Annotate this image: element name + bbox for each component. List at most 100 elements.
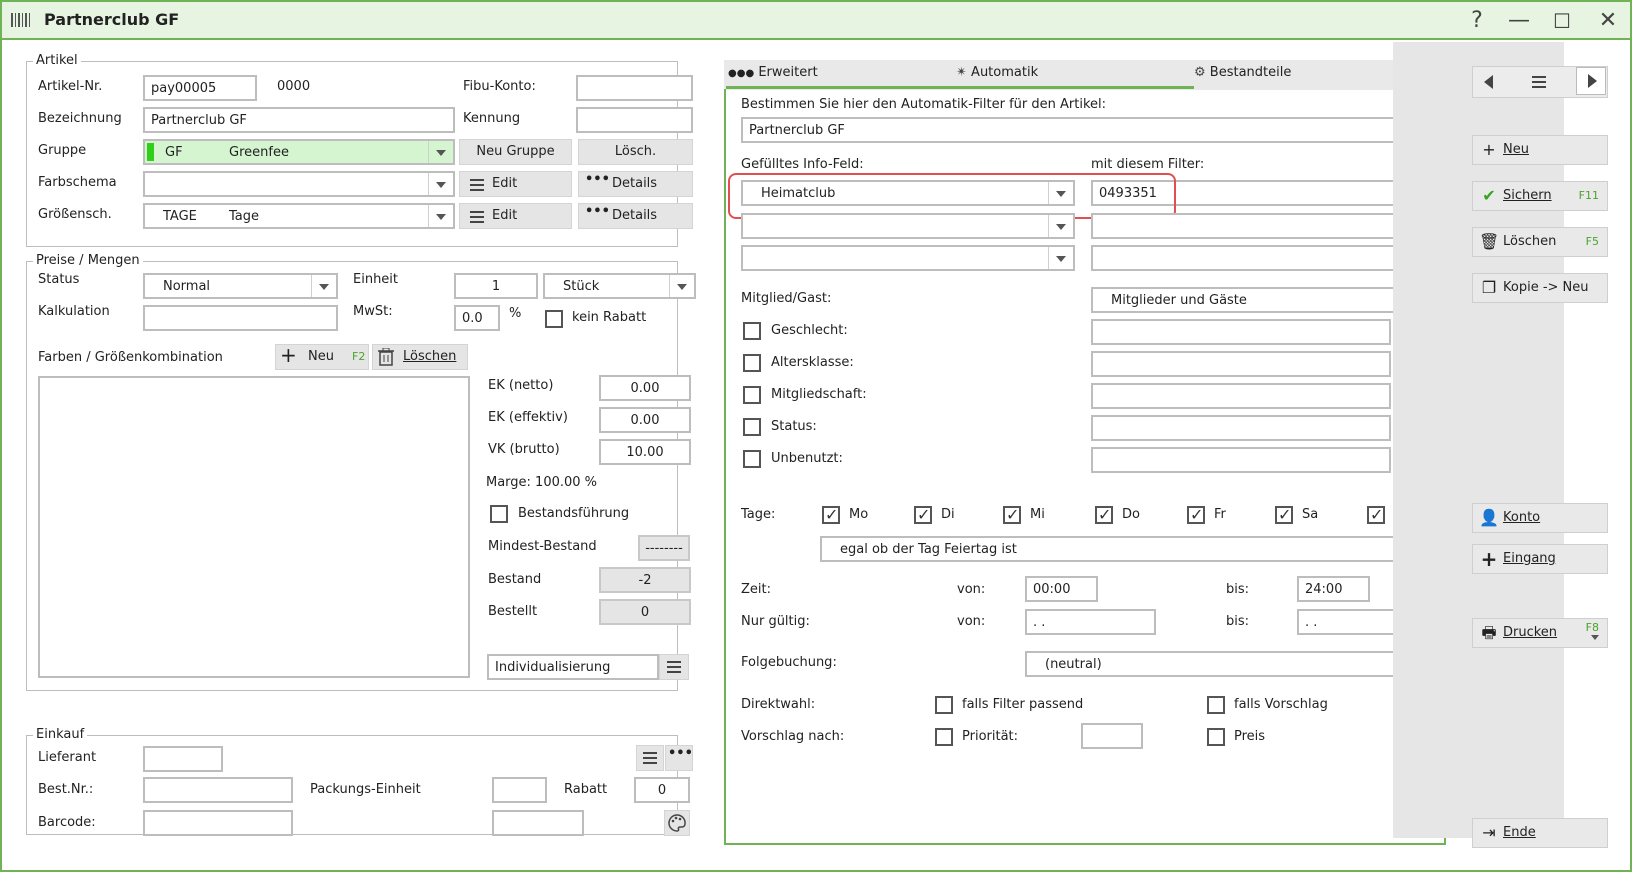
einheit-unit-select[interactable]: Stück (543, 273, 696, 299)
prev-record-button[interactable] (1475, 69, 1505, 95)
losch-button[interactable]: Lösch. (578, 139, 693, 165)
ende-button[interactable]: ⇥ Ende (1472, 818, 1608, 848)
gueltig-von-input[interactable]: . . (1025, 609, 1156, 635)
farben-loeschen-button[interactable]: Löschen (372, 344, 468, 370)
mitgliedschaft-checkbox[interactable] (743, 386, 761, 404)
filter-name-input[interactable]: Partnerclub GF (741, 117, 1427, 143)
drucken-button[interactable]: 🖶 Drucken F8 (1472, 618, 1608, 648)
farben-list[interactable] (38, 376, 470, 678)
kennung-input[interactable] (576, 107, 693, 133)
maximize-button[interactable]: ☐ (1545, 6, 1579, 36)
groessen-select[interactable]: TAGE Tage (143, 203, 455, 229)
filter-input-3[interactable] (1091, 245, 1427, 271)
altersklasse-input[interactable] (1091, 351, 1391, 377)
lieferant-more-button[interactable]: ••• (665, 745, 693, 771)
barcode-extra-input[interactable] (492, 810, 584, 836)
geschlecht-label: Geschlecht: (771, 323, 848, 338)
eingang-button[interactable]: + Eingang (1472, 544, 1608, 574)
bestellt-value: 0 (599, 599, 691, 625)
feiertag-select[interactable]: egal ob der Tag Feiertag ist (820, 536, 1427, 562)
day-checkbox-mo[interactable] (822, 505, 840, 524)
automatik-intro: Bestimmen Sie hier den Automatik-Filter … (741, 97, 1107, 112)
bestandsfuehrung-checkbox[interactable] (490, 505, 508, 523)
artikel-legend: Artikel (33, 53, 81, 68)
close-button[interactable]: ✕ (1591, 6, 1625, 36)
farben-neu-button[interactable]: + Neu F2 (275, 343, 369, 370)
individualisierung-input[interactable]: Individualisierung (487, 654, 659, 680)
tab-bestandteile[interactable]: ⚙ Bestandteile (1194, 58, 1291, 86)
next-record-button[interactable] (1576, 67, 1606, 95)
chevron-down-icon (1048, 247, 1073, 269)
gruppe-name: Greenfee (229, 145, 289, 160)
mitglied-gast-select[interactable]: Mitglieder und Gäste (1091, 287, 1429, 313)
list-view-button[interactable] (1524, 69, 1554, 95)
geschlecht-input[interactable] (1091, 319, 1391, 345)
kopie-neu-button[interactable]: ❐ Kopie -> Neu (1472, 273, 1608, 303)
kalkulation-input[interactable] (143, 305, 338, 331)
day-checkbox-di[interactable] (914, 505, 932, 524)
neu-button[interactable]: + Neu (1472, 135, 1608, 165)
day-checkbox-do[interactable] (1095, 505, 1113, 524)
filter-input-2[interactable] (1091, 213, 1427, 239)
rabatt-input[interactable]: 0 (634, 777, 690, 803)
mitgliedschaft-input[interactable] (1091, 383, 1391, 409)
packungs-einheit-input[interactable] (492, 777, 547, 803)
farbschema-select[interactable] (143, 171, 455, 197)
help-button[interactable]: ? (1460, 6, 1494, 36)
vk-brutto-input[interactable]: 10.00 (599, 439, 691, 465)
loeschen-label: Löschen (403, 349, 457, 364)
chevron-down-icon (669, 275, 694, 297)
individualisierung-menu-button[interactable] (659, 654, 689, 680)
loeschen-button[interactable]: 🗑 Löschen F5 (1472, 227, 1608, 257)
groessen-edit-button[interactable]: Edit (459, 203, 572, 229)
konto-button[interactable]: 👤 Konto (1472, 503, 1608, 533)
ek-effektiv-input[interactable]: 0.00 (599, 407, 691, 433)
lieferant-menu-button[interactable] (636, 745, 664, 771)
status-filter-input[interactable] (1091, 415, 1391, 441)
best-nr-input[interactable] (143, 777, 293, 803)
folgebuchung-select[interactable]: (neutral) (1025, 651, 1428, 677)
palette-button[interactable] (664, 810, 690, 836)
status-select[interactable]: Normal (143, 273, 338, 299)
groessen-details-button[interactable]: ••• Details (578, 203, 693, 229)
tab-automatik[interactable]: ✴ Automatik (956, 58, 1038, 86)
falls-filter-checkbox[interactable] (935, 696, 953, 714)
bezeichnung-input[interactable]: Partnerclub GF (143, 107, 455, 133)
loeschen-shortcut: F5 (1585, 235, 1599, 248)
sichern-button[interactable]: ✔ Sichern F11 (1472, 181, 1608, 211)
prioritaet-input[interactable] (1081, 723, 1143, 749)
info-feld-select-2[interactable] (741, 213, 1075, 239)
minimize-button[interactable]: — (1502, 6, 1536, 36)
ek-netto-input[interactable]: 0.00 (599, 375, 691, 401)
einheit-input[interactable]: 1 (454, 273, 538, 299)
falls-vorschlag-checkbox[interactable] (1207, 696, 1225, 714)
zeit-von-input[interactable]: 00:00 (1025, 576, 1098, 602)
info-feld-select-3[interactable] (741, 245, 1075, 271)
barcode-input[interactable] (143, 810, 293, 836)
unbenutzt-input[interactable] (1091, 447, 1391, 473)
zeit-von-label: von: (957, 582, 986, 597)
preis-checkbox[interactable] (1207, 728, 1225, 746)
mwst-input[interactable]: 0.0 (454, 305, 500, 331)
altersklasse-checkbox[interactable] (743, 354, 761, 372)
kein-rabatt-checkbox[interactable] (545, 310, 563, 328)
neu-gruppe-button[interactable]: Neu Gruppe (459, 139, 572, 165)
prioritaet-checkbox[interactable] (935, 728, 953, 746)
day-checkbox-mi[interactable] (1003, 505, 1021, 524)
geschlecht-checkbox[interactable] (743, 322, 761, 340)
fibu-konto-input[interactable] (576, 75, 693, 101)
status-filter-checkbox[interactable] (743, 418, 761, 436)
unbenutzt-checkbox[interactable] (743, 450, 761, 468)
lieferant-input[interactable] (143, 746, 223, 772)
day-checkbox-fr[interactable] (1187, 505, 1205, 524)
tab-erweitert[interactable]: ●●● Erweitert (728, 58, 818, 86)
day-checkbox-sa[interactable] (1275, 505, 1293, 524)
gueltig-bis-label: bis: (1226, 614, 1250, 629)
farbschema-details-button[interactable]: ••• Details (578, 171, 693, 197)
artikel-nr-input[interactable]: pay00005 (143, 75, 257, 101)
vorschlag-label: Vorschlag nach: (741, 729, 845, 744)
day-checkbox-so[interactable] (1367, 505, 1385, 524)
farbschema-edit-button[interactable]: Edit (459, 171, 572, 197)
zeit-bis-input[interactable]: 24:00 (1297, 576, 1370, 602)
gruppe-select[interactable]: GF Greenfee (143, 139, 455, 165)
